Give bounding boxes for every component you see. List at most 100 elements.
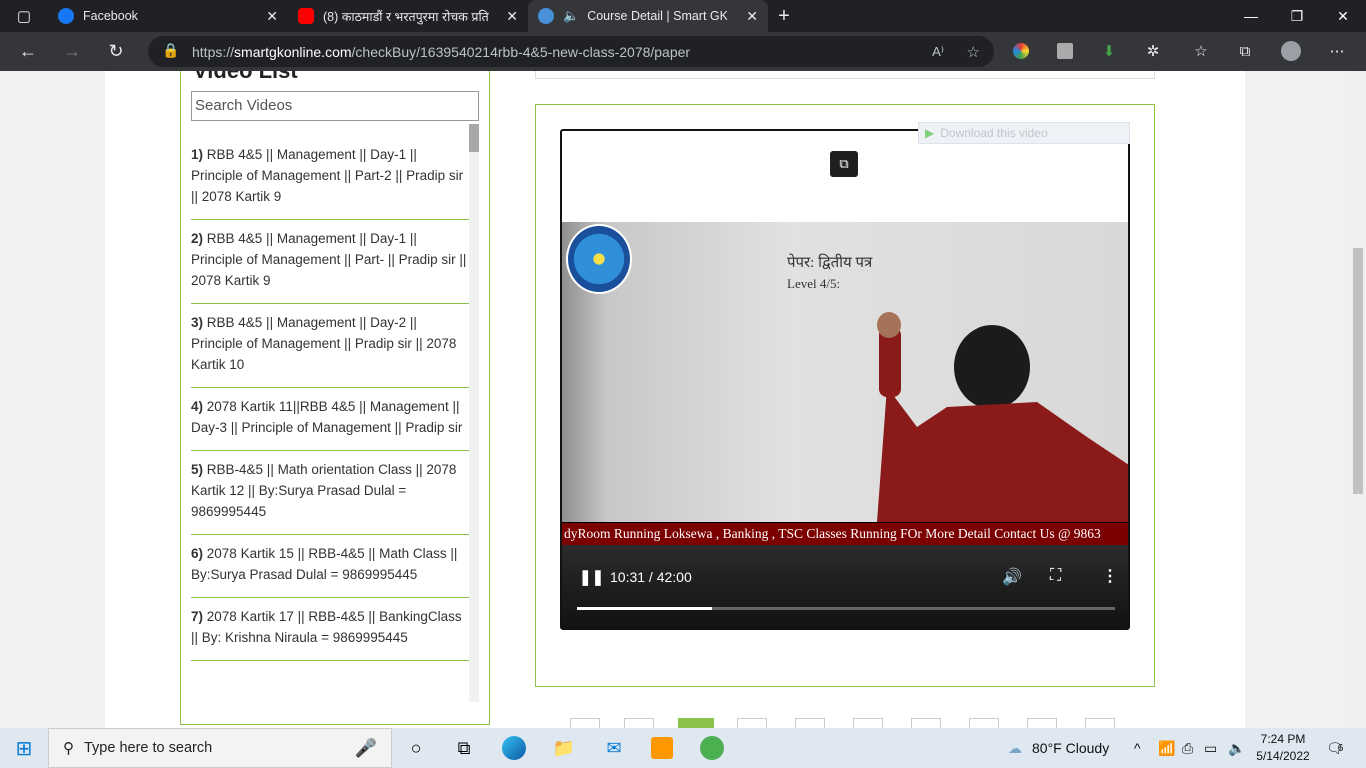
url-host: smartgkonline.com	[234, 43, 352, 60]
video-list-panel: Video List Search Videos 1) RBB 4&5 || M…	[180, 71, 490, 725]
cloud-icon: ☁	[1008, 739, 1022, 756]
play-icon: ▶	[925, 126, 935, 140]
address-field[interactable]: 🔒 https://smartgkonline.com/checkBuy/163…	[148, 36, 994, 67]
task-view-icon[interactable]: ⧉	[450, 734, 478, 762]
video-item-number: 6)	[191, 546, 204, 561]
close-tab-icon[interactable]: ✕	[506, 8, 518, 25]
progress-bar[interactable]	[577, 607, 1115, 610]
extension-color-icon[interactable]	[1010, 40, 1032, 62]
video-item-title: 2078 Kartik 15 || RBB-4&5 || Math Class …	[191, 546, 458, 582]
tab-course-detail[interactable]: 🔈 Course Detail | Smart GK ✕	[528, 0, 768, 32]
video-frame: पेपर: द्वितीय पत्र Level 4/5:	[562, 222, 1128, 522]
profile-avatar-icon[interactable]	[1280, 40, 1302, 62]
battery-icon[interactable]: ▭	[1204, 728, 1217, 768]
progress-fill	[577, 607, 712, 610]
taskbar-search-placeholder: Type here to search	[84, 740, 213, 756]
read-aloud-icon[interactable]: A⁾	[932, 44, 944, 60]
back-icon[interactable]: ←	[10, 32, 46, 71]
collections-icon[interactable]: ⧉	[1234, 40, 1256, 62]
tab-title: (8) काठमाडौं र भरतपुरमा रोचक प्रति	[323, 9, 489, 24]
notifications-icon[interactable]: 🗨 6	[1326, 728, 1344, 768]
video-controls: ❚❚ 10:31 / 42:00 🔊 ⛶ ⋮	[562, 545, 1128, 628]
video-items-list: 1) RBB 4&5 || Management || Day-1 || Pri…	[191, 136, 469, 704]
video-item-title: 2078 Kartik 17 || RBB-4&5 || BankingClas…	[191, 609, 462, 645]
download-extension-icon[interactable]: ⬇	[1098, 40, 1120, 62]
time-display: 10:31 / 42:00	[610, 569, 692, 585]
url-path: /checkBuy/1639540214rbb-4&5-new-class-20…	[351, 43, 691, 60]
close-tab-icon[interactable]: ✕	[266, 8, 278, 25]
video-list-item[interactable]: 1) RBB 4&5 || Management || Day-1 || Pri…	[191, 136, 469, 220]
new-tab-icon[interactable]: +	[766, 0, 802, 32]
picture-in-picture-button[interactable]: ⧉	[830, 151, 858, 177]
extensions-puzzle-icon[interactable]: ✲	[1142, 40, 1164, 62]
pagination-item[interactable]	[624, 718, 654, 728]
file-explorer-icon[interactable]: 📁	[550, 734, 578, 762]
url-scheme: https://	[192, 43, 235, 60]
pagination-item[interactable]	[737, 718, 767, 728]
page-scrollbar[interactable]	[1350, 71, 1366, 728]
pagination-item[interactable]	[853, 718, 883, 728]
page-scroll-thumb[interactable]	[1353, 248, 1363, 494]
close-tab-icon[interactable]: ✕	[746, 8, 758, 25]
download-video-bar[interactable]: ▶ Download this video	[918, 122, 1130, 144]
minimize-icon[interactable]: —	[1228, 0, 1274, 32]
video-item-title: RBB 4&5 || Management || Day-1 || Princi…	[191, 231, 467, 288]
video-list-item[interactable]: 2) RBB 4&5 || Management || Day-1 || Pri…	[191, 220, 469, 304]
cortana-icon[interactable]: ○	[402, 734, 430, 762]
pagination-item[interactable]	[570, 718, 600, 728]
forward-icon[interactable]: →	[54, 32, 90, 71]
scroll-thumb[interactable]	[469, 124, 479, 152]
mail-icon[interactable]: ✉	[600, 734, 628, 762]
tab-actions-icon[interactable]: ▢	[6, 0, 42, 32]
sublime-text-icon[interactable]	[648, 734, 676, 762]
weather-text: 80°F Cloudy	[1032, 740, 1110, 756]
teacher-figure	[877, 312, 1128, 522]
video-list-item[interactable]: 4) 2078 Kartik 11||RBB 4&5 || Management…	[191, 388, 469, 451]
video-item-number: 7)	[191, 609, 204, 624]
refresh-icon[interactable]: ↻	[98, 32, 134, 71]
system-clock[interactable]: 7:24 PM 5/14/2022	[1248, 731, 1318, 765]
volume-tray-icon[interactable]: 🔈	[1228, 728, 1245, 768]
video-list-item[interactable]: 7) 2078 Kartik 17 || RBB-4&5 || BankingC…	[191, 598, 469, 661]
pagination-item[interactable]	[969, 718, 999, 728]
video-list-item[interactable]: 6) 2078 Kartik 15 || RBB-4&5 || Math Cla…	[191, 535, 469, 598]
pagination-item[interactable]	[795, 718, 825, 728]
video-list-scrollbar[interactable]	[469, 124, 479, 702]
pagination-item[interactable]	[911, 718, 941, 728]
show-hidden-icons[interactable]: ^	[1134, 728, 1141, 768]
notification-count: 6	[1337, 742, 1344, 754]
speaker-icon[interactable]: 🔈	[563, 8, 579, 24]
edge-browser-icon[interactable]	[500, 734, 528, 762]
video-list-item[interactable]: 3) RBB 4&5 || Management || Day-2 || Pri…	[191, 304, 469, 388]
utorrent-icon[interactable]	[698, 734, 726, 762]
network-icon[interactable]: 📶	[1158, 728, 1175, 768]
favorites-icon[interactable]: ☆	[1190, 40, 1212, 62]
video-item-number: 4)	[191, 399, 204, 414]
download-label: Download this video	[940, 126, 1048, 140]
pagination-item[interactable]	[1085, 718, 1115, 728]
tab-title: Facebook	[83, 9, 138, 23]
top-info-box	[535, 71, 1155, 79]
restore-icon[interactable]: ❐	[1274, 0, 1320, 32]
extension-gray-icon[interactable]	[1054, 40, 1076, 62]
more-options-icon[interactable]: ⋮	[1102, 566, 1118, 586]
pagination-item[interactable]	[1027, 718, 1057, 728]
taskbar-search-box[interactable]: ⚲ Type here to search 🎤	[48, 728, 392, 768]
pause-icon[interactable]: ❚❚	[579, 568, 604, 586]
search-videos-input[interactable]: Search Videos	[191, 91, 479, 121]
weather-widget[interactable]: ☁ 80°F Cloudy	[1008, 728, 1109, 768]
more-menu-icon[interactable]: ⋯	[1326, 40, 1348, 62]
meet-now-icon[interactable]: ⎙	[1182, 728, 1193, 768]
favorite-star-icon[interactable]: ☆	[967, 43, 980, 61]
tab-facebook[interactable]: Facebook ✕	[48, 0, 288, 32]
windows-start-icon[interactable]: ⊞	[10, 734, 38, 762]
video-player[interactable]: ⧉ पेपर: द्वितीय पत्र Level 4/5: dyRoom R…	[560, 129, 1130, 630]
video-item-title: RBB 4&5 || Management || Day-2 || Princi…	[191, 315, 457, 372]
video-list-heading: Video List	[193, 71, 298, 84]
fullscreen-icon[interactable]: ⛶	[1050, 567, 1061, 585]
pagination-item-active[interactable]	[678, 718, 714, 728]
close-window-icon[interactable]: ✕	[1320, 0, 1366, 32]
video-list-item[interactable]: 5) RBB-4&5 || Math orientation Class || …	[191, 451, 469, 535]
tab-youtube[interactable]: (8) काठमाडौं र भरतपुरमा रोचक प्रति ✕	[288, 0, 528, 32]
volume-icon[interactable]: 🔊	[1002, 567, 1022, 587]
